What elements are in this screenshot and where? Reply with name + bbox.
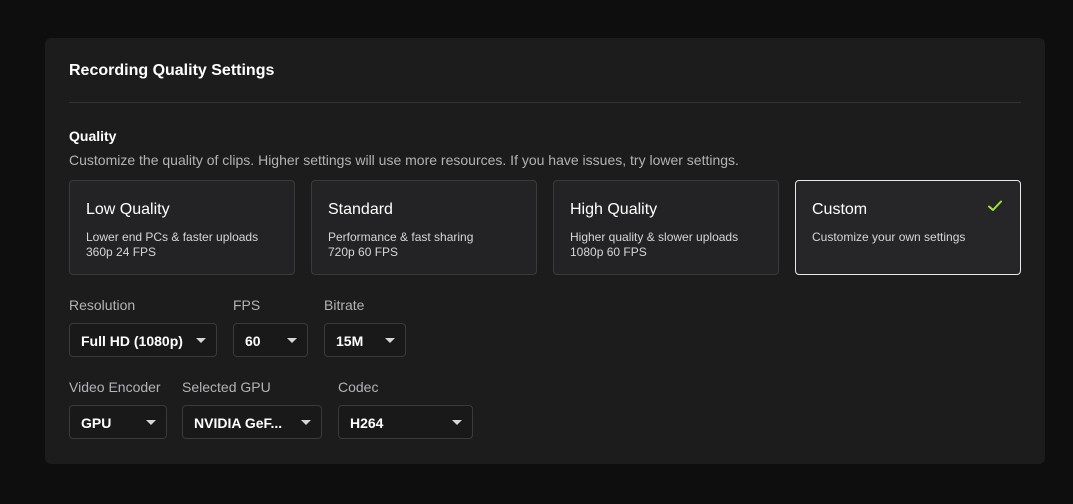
bitrate-label: Bitrate bbox=[324, 297, 365, 313]
caret-down-icon bbox=[287, 338, 297, 343]
quality-section-description: Customize the quality of clips. Higher s… bbox=[69, 152, 739, 168]
codec-value: H264 bbox=[350, 415, 384, 431]
quality-section-title: Quality bbox=[69, 128, 117, 144]
video-encoder-value: GPU bbox=[81, 415, 112, 431]
preset-card-high-quality[interactable]: High Quality Higher quality & slower upl… bbox=[553, 180, 779, 275]
fps-select[interactable]: 60 bbox=[233, 323, 308, 357]
caret-down-icon bbox=[301, 420, 311, 425]
preset-card-title: Low Quality bbox=[86, 201, 170, 218]
caret-down-icon bbox=[452, 420, 462, 425]
resolution-value: Full HD (1080p) bbox=[81, 333, 183, 349]
caret-down-icon bbox=[146, 420, 156, 425]
preset-card-description: Performance & fast sharing bbox=[328, 230, 474, 244]
preset-card-custom[interactable]: Custom Customize your own settings bbox=[795, 180, 1021, 275]
video-encoder-label: Video Encoder bbox=[69, 379, 161, 395]
preset-card-description: Higher quality & slower uploads bbox=[570, 230, 739, 244]
preset-card-title: High Quality bbox=[570, 201, 658, 218]
preset-card-specs: 1080p 60 FPS bbox=[570, 245, 647, 259]
bitrate-select[interactable]: 15M bbox=[324, 323, 406, 357]
preset-card-title: Standard bbox=[328, 201, 393, 218]
resolution-label: Resolution bbox=[69, 297, 136, 313]
panel-title: Recording Quality Settings bbox=[69, 62, 275, 79]
caret-down-icon bbox=[385, 338, 395, 343]
preset-card-description: Customize your own settings bbox=[812, 230, 966, 244]
divider bbox=[69, 102, 1021, 103]
resolution-select[interactable]: Full HD (1080p) bbox=[69, 323, 217, 357]
selected-gpu-select[interactable]: NVIDIA GeF... bbox=[182, 405, 322, 439]
preset-card-specs: 360p 24 FPS bbox=[86, 245, 157, 259]
codec-label: Codec bbox=[338, 379, 379, 395]
caret-down-icon bbox=[196, 338, 206, 343]
quality-preset-cards: Low Quality Lower end PCs & faster uploa… bbox=[69, 180, 1021, 275]
preset-card-specs: 720p 60 FPS bbox=[328, 245, 399, 259]
selected-gpu-label: Selected GPU bbox=[182, 379, 271, 395]
codec-select[interactable]: H264 bbox=[338, 405, 473, 439]
preset-card-standard[interactable]: Standard Performance & fast sharing 720p… bbox=[311, 180, 537, 275]
fps-value: 60 bbox=[245, 333, 261, 349]
bitrate-value: 15M bbox=[336, 333, 364, 349]
video-encoder-select[interactable]: GPU bbox=[69, 405, 167, 439]
preset-card-low-quality[interactable]: Low Quality Lower end PCs & faster uploa… bbox=[69, 180, 295, 275]
preset-card-description: Lower end PCs & faster uploads bbox=[86, 230, 259, 244]
preset-card-title: Custom bbox=[812, 201, 868, 218]
selected-gpu-value: NVIDIA GeF... bbox=[194, 415, 283, 431]
check-icon bbox=[988, 200, 1002, 211]
fps-label: FPS bbox=[233, 297, 261, 313]
recording-quality-panel: Recording Quality Settings Quality Custo… bbox=[45, 38, 1045, 464]
